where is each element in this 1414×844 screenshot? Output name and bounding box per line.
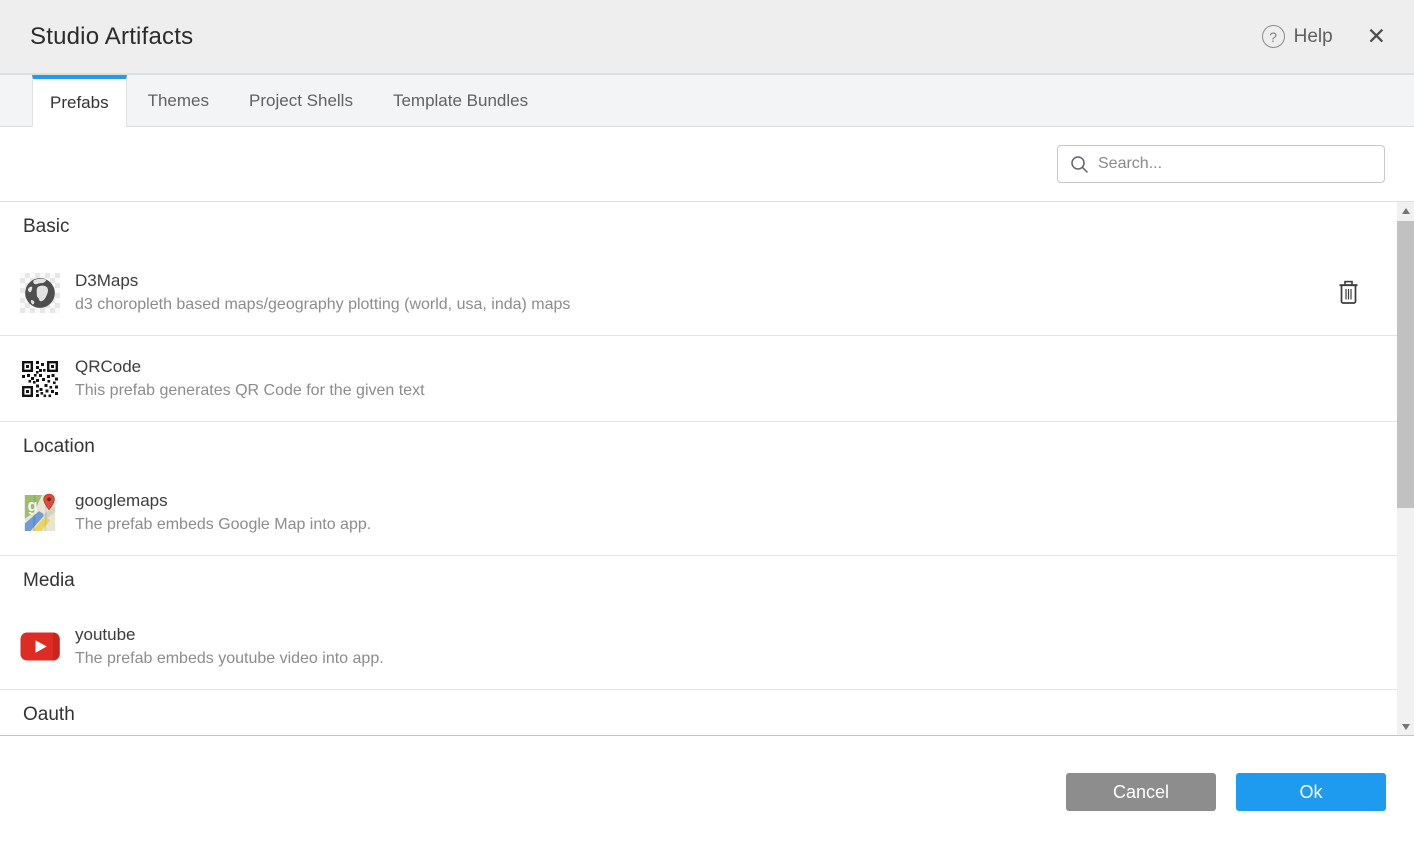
close-icon[interactable]: ✕ (1367, 25, 1386, 48)
tabbar: Prefabs Themes Project Shells Template B… (0, 75, 1414, 127)
prefab-name: QRCode (75, 357, 425, 377)
prefab-item-youtube[interactable]: youtube The prefab embeds youtube video … (0, 604, 1397, 690)
prefab-name: youtube (75, 625, 384, 645)
scrollbar[interactable] (1397, 202, 1414, 735)
googlemaps-icon: g (20, 493, 60, 533)
tab-themes[interactable]: Themes (129, 75, 228, 126)
section-header-oauth: Oauth (0, 690, 1397, 736)
section-header-location: Location (0, 422, 1397, 470)
studio-artifacts-dialog: Studio Artifacts ? Help ✕ Prefabs Themes… (0, 0, 1414, 844)
ok-button[interactable]: Ok (1236, 773, 1386, 811)
prefab-name: googlemaps (75, 491, 371, 511)
scroll-up-icon[interactable] (1397, 202, 1414, 219)
scroll-down-icon[interactable] (1397, 718, 1414, 735)
prefab-item-qrcode[interactable]: QRCode This prefab generates QR Code for… (0, 336, 1397, 422)
scrollbar-thumb[interactable] (1397, 221, 1414, 508)
delete-button[interactable] (1336, 278, 1361, 307)
search-box[interactable] (1057, 145, 1385, 183)
prefab-description: The prefab embeds youtube video into app… (75, 650, 384, 668)
search-icon (1070, 155, 1089, 174)
section-header-media: Media (0, 556, 1397, 604)
tab-project-shells[interactable]: Project Shells (230, 75, 372, 126)
tab-template-bundles[interactable]: Template Bundles (374, 75, 547, 126)
dialog-footer: Cancel Ok (0, 736, 1414, 842)
dialog-header: Studio Artifacts ? Help ✕ (0, 0, 1414, 75)
help-icon: ? (1262, 25, 1285, 48)
section-header-basic: Basic (0, 202, 1397, 250)
help-label: Help (1294, 26, 1333, 48)
prefab-description: The prefab embeds Google Map into app. (75, 516, 371, 534)
cancel-button[interactable]: Cancel (1066, 773, 1216, 811)
prefab-description: d3 choropleth based maps/geography plott… (75, 296, 570, 314)
trash-icon (1338, 280, 1359, 305)
qrcode-icon (20, 359, 60, 399)
globe-icon (20, 273, 60, 313)
search-input[interactable] (1098, 155, 1372, 173)
prefab-description: This prefab generates QR Code for the gi… (75, 382, 425, 400)
youtube-icon (20, 627, 60, 667)
help-button[interactable]: ? Help (1262, 25, 1333, 48)
prefab-list: Basic D3Maps d3 choropleth based maps/ge… (0, 201, 1414, 736)
prefab-item-googlemaps[interactable]: g googlemaps The prefab embeds Google Ma… (0, 470, 1397, 556)
tab-prefabs[interactable]: Prefabs (32, 75, 127, 127)
svg-text:g: g (28, 497, 38, 515)
prefab-name: D3Maps (75, 271, 570, 291)
prefab-item-d3maps[interactable]: D3Maps d3 choropleth based maps/geograph… (0, 250, 1397, 336)
page-title: Studio Artifacts (30, 23, 193, 51)
search-row (0, 127, 1414, 201)
